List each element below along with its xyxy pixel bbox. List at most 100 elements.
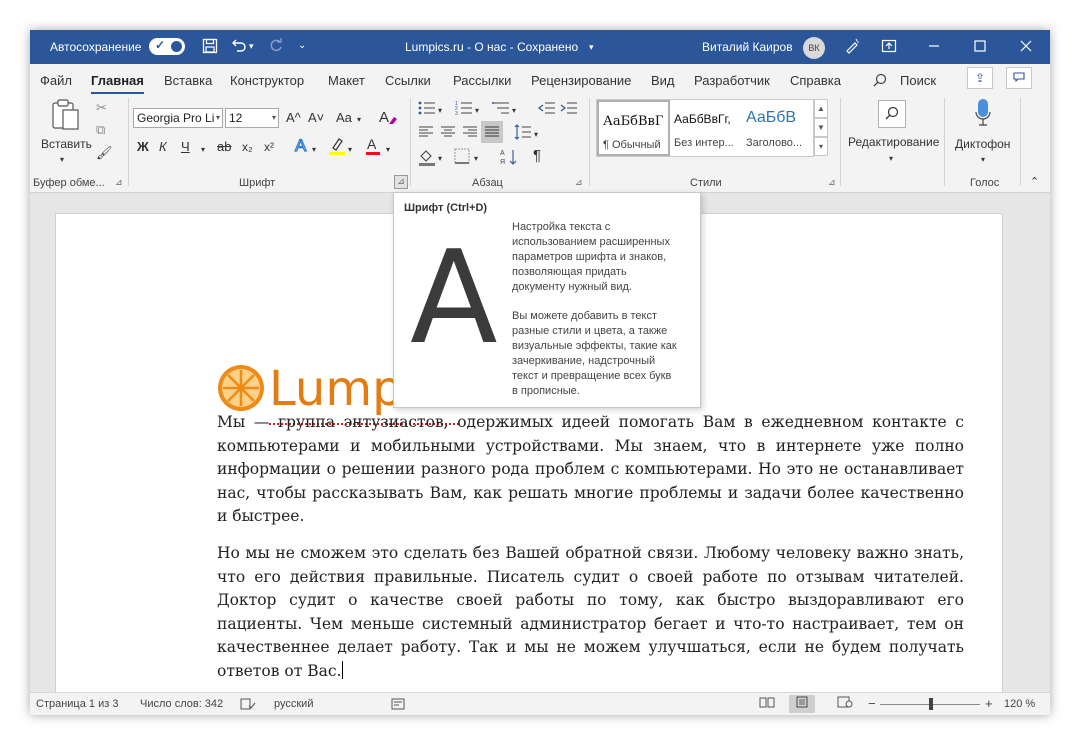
font-color-icon[interactable]: A bbox=[365, 136, 381, 160]
document-title[interactable]: Lumpics.ru - О нас - Сохранено bbox=[405, 40, 578, 54]
effects-dropdown-icon[interactable]: ▾ bbox=[312, 142, 316, 158]
numbering-dropdown-icon[interactable]: ▾ bbox=[475, 103, 479, 119]
format-painter-icon[interactable]: 🖌 bbox=[96, 145, 113, 161]
macro-icon[interactable] bbox=[391, 698, 405, 713]
undo-icon[interactable] bbox=[230, 38, 248, 57]
font-dropdown-icon[interactable]: ▾ bbox=[216, 109, 220, 127]
close-icon[interactable] bbox=[1020, 38, 1032, 57]
line-spacing-dropdown-icon[interactable]: ▾ bbox=[534, 127, 538, 143]
zoom-slider-thumb[interactable] bbox=[929, 698, 933, 710]
underline-dropdown-icon[interactable]: ▾ bbox=[201, 142, 205, 158]
sort-icon[interactable]: AЯ bbox=[500, 148, 518, 170]
customize-icon[interactable]: ⌄ bbox=[298, 38, 306, 54]
styles-down-icon[interactable]: ▼ bbox=[814, 118, 828, 137]
zoom-in-button[interactable]: + bbox=[985, 696, 993, 711]
collapse-ribbon-icon[interactable]: ⌃ bbox=[1030, 174, 1039, 190]
editing-label[interactable]: Редактирование bbox=[848, 134, 939, 150]
copy-icon[interactable]: ⧉ bbox=[96, 122, 105, 138]
bold-button[interactable]: Ж bbox=[137, 139, 149, 155]
maximize-icon[interactable] bbox=[974, 38, 986, 57]
paste-label[interactable]: Вставить bbox=[41, 136, 92, 152]
editing-dropdown-icon[interactable]: ▾ bbox=[889, 151, 893, 167]
italic-button[interactable]: К bbox=[159, 139, 167, 155]
subscript-button[interactable]: x₂ bbox=[242, 139, 253, 155]
text-effects-icon[interactable]: A bbox=[294, 135, 310, 158]
align-right-icon[interactable] bbox=[462, 124, 478, 144]
dictate-dropdown-icon[interactable]: ▾ bbox=[981, 152, 985, 168]
search-label[interactable]: Поиск bbox=[900, 73, 936, 88]
font-name-box[interactable]: Georgia Pro Li ▾ bbox=[133, 108, 223, 128]
minimize-icon[interactable] bbox=[928, 38, 940, 57]
language-label[interactable]: русский bbox=[274, 698, 313, 710]
tab-view[interactable]: Вид bbox=[651, 73, 675, 88]
undo-dropdown-icon[interactable]: ▾ bbox=[249, 38, 254, 54]
clipboard-launcher-icon[interactable]: ⊿ bbox=[115, 177, 123, 188]
ribbon-display-icon[interactable] bbox=[881, 38, 897, 57]
save-icon[interactable] bbox=[202, 38, 218, 57]
tab-home[interactable]: Главная bbox=[91, 73, 144, 95]
underline-button[interactable]: Ч bbox=[181, 139, 190, 155]
numbering-icon[interactable]: 123 bbox=[455, 100, 473, 120]
editing-search-icon[interactable] bbox=[878, 100, 906, 128]
multilevel-list-icon[interactable] bbox=[492, 100, 510, 120]
zoom-level[interactable]: 120 % bbox=[1004, 698, 1035, 710]
search-icon[interactable] bbox=[873, 73, 887, 90]
bullets-icon[interactable] bbox=[418, 100, 436, 120]
avatar[interactable]: ВК bbox=[803, 37, 825, 59]
comments-button[interactable] bbox=[1006, 67, 1032, 89]
multilevel-dropdown-icon[interactable]: ▾ bbox=[512, 103, 516, 119]
paste-icon[interactable] bbox=[50, 98, 82, 136]
grow-font-button[interactable]: A^ bbox=[286, 110, 301, 126]
highlight-dropdown-icon[interactable]: ▾ bbox=[348, 142, 352, 158]
tab-layout[interactable]: Макет bbox=[328, 73, 365, 88]
shrink-font-button[interactable]: A˅ bbox=[308, 110, 324, 126]
word-count[interactable]: Число слов: 342 bbox=[140, 698, 223, 710]
borders-icon[interactable] bbox=[454, 148, 470, 168]
tab-mailings[interactable]: Рассылки bbox=[453, 73, 511, 88]
align-left-icon[interactable] bbox=[418, 124, 434, 144]
zoom-out-button[interactable]: − bbox=[868, 696, 876, 711]
user-name[interactable]: Виталий Каиров bbox=[702, 40, 793, 54]
title-dropdown-icon[interactable]: ▾ bbox=[589, 42, 594, 53]
read-mode-icon[interactable] bbox=[754, 695, 780, 713]
case-dropdown-icon[interactable]: ▾ bbox=[357, 112, 361, 128]
highlight-icon[interactable] bbox=[328, 136, 346, 160]
proofing-icon[interactable] bbox=[240, 698, 256, 713]
decrease-indent-icon[interactable] bbox=[538, 100, 556, 120]
justify-icon[interactable] bbox=[481, 121, 503, 143]
line-spacing-icon[interactable] bbox=[514, 124, 532, 144]
tab-help[interactable]: Справка bbox=[790, 73, 841, 88]
web-layout-icon[interactable] bbox=[832, 695, 858, 713]
font-color-dropdown-icon[interactable]: ▾ bbox=[386, 142, 390, 158]
style-heading[interactable]: АаБбВ Заголово... bbox=[742, 100, 814, 156]
share-button[interactable]: ⇪ bbox=[967, 67, 993, 89]
bullets-dropdown-icon[interactable]: ▾ bbox=[438, 103, 442, 119]
tab-design[interactable]: Конструктор bbox=[230, 73, 304, 88]
shading-dropdown-icon[interactable]: ▾ bbox=[438, 151, 442, 167]
borders-dropdown-icon[interactable]: ▾ bbox=[474, 151, 478, 167]
page-count[interactable]: Страница 1 из 3 bbox=[36, 698, 118, 710]
styles-up-icon[interactable]: ▲ bbox=[814, 99, 828, 118]
print-layout-icon[interactable] bbox=[789, 695, 815, 713]
superscript-button[interactable]: x² bbox=[264, 139, 274, 155]
font-launcher-icon[interactable]: ⊿ bbox=[394, 175, 408, 189]
cut-icon[interactable]: ✂ bbox=[96, 100, 107, 116]
paragraph-1[interactable]: Мы — группа энтузиастов, одержимых идеей… bbox=[217, 411, 964, 529]
tab-insert[interactable]: Вставка bbox=[164, 73, 212, 88]
align-center-icon[interactable] bbox=[440, 124, 456, 144]
tab-file[interactable]: Файл bbox=[40, 73, 72, 88]
pen-icon[interactable] bbox=[844, 38, 860, 57]
size-dropdown-icon[interactable]: ▾ bbox=[272, 109, 276, 127]
paragraph-2[interactable]: Но мы не сможем это сделать без Вашей об… bbox=[217, 542, 964, 683]
redo-icon[interactable] bbox=[268, 38, 284, 57]
font-size-box[interactable]: 12 ▾ bbox=[225, 108, 279, 128]
tab-developer[interactable]: Разработчик bbox=[694, 73, 770, 88]
shading-icon[interactable] bbox=[418, 148, 436, 170]
microphone-icon[interactable] bbox=[974, 98, 992, 134]
pilcrow-icon[interactable]: ¶ bbox=[533, 148, 541, 164]
autosave-toggle[interactable]: ✓ bbox=[149, 38, 185, 55]
paragraph-launcher-icon[interactable]: ⊿ bbox=[575, 177, 583, 188]
style-no-spacing[interactable]: АаБбВвГг, Без интер... bbox=[670, 100, 742, 156]
paste-dropdown-icon[interactable]: ▾ bbox=[60, 152, 64, 168]
change-case-button[interactable]: Aa bbox=[336, 110, 352, 126]
